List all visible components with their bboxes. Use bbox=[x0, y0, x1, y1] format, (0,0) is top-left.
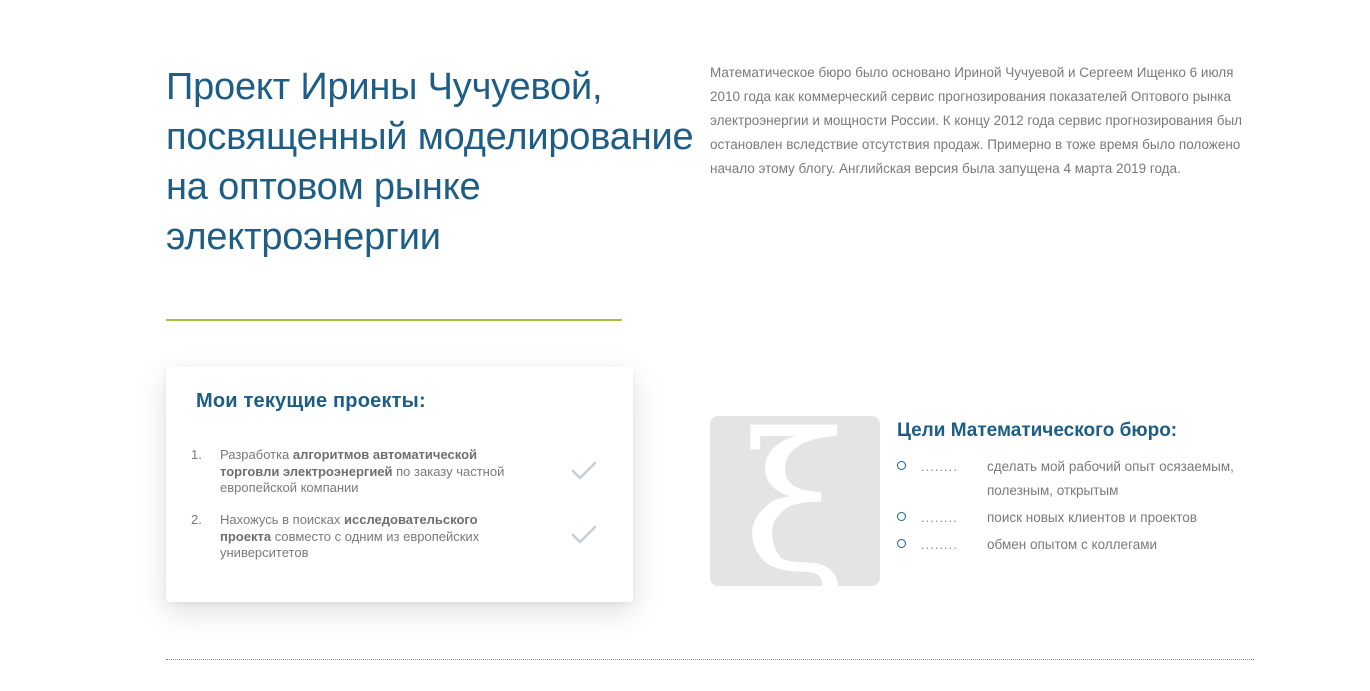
projects-title: Мои текущие проекты: bbox=[196, 390, 426, 412]
accent-divider bbox=[166, 319, 622, 321]
math-bureau-logo: ξ bbox=[710, 416, 880, 586]
dotted-leader: ........ bbox=[921, 510, 958, 525]
dotted-leader: ........ bbox=[921, 537, 958, 552]
dotted-leader: ........ bbox=[921, 459, 958, 474]
xi-logo-icon: ξ bbox=[742, 416, 848, 586]
check-icon bbox=[571, 461, 597, 480]
intro-paragraph: Математическое бюро было основано Ириной… bbox=[710, 65, 1243, 176]
project-text-pre: Нахожусь в поисках bbox=[220, 512, 345, 527]
circle-bullet-icon bbox=[897, 512, 906, 521]
goal-text: обмен опытом с коллегами bbox=[987, 537, 1158, 552]
project-number: 1. bbox=[191, 447, 202, 462]
bottom-divider bbox=[166, 659, 1254, 660]
page-title: Проект Ирины Чучуевой, посвященный модел… bbox=[166, 66, 694, 258]
project-text-pre: Разработка bbox=[220, 447, 293, 462]
goal-text: поиск новых клиентов и проектов bbox=[987, 510, 1197, 525]
goal-text: сделать мой рабочий опыт осязаемым, поле… bbox=[987, 459, 1234, 498]
goals-title: Цели Математического бюро: bbox=[897, 420, 1178, 441]
circle-bullet-icon bbox=[897, 539, 906, 548]
circle-bullet-icon bbox=[897, 461, 906, 470]
project-number: 2. bbox=[191, 512, 202, 527]
current-projects-card: Мои текущие проекты: 1. Разработка алгор… bbox=[166, 367, 633, 602]
check-icon bbox=[571, 525, 597, 544]
project-description: Нахожусь в поисках исследовательского пр… bbox=[220, 512, 525, 562]
project-description: Разработка алгоритмов автоматической тор… bbox=[220, 447, 525, 497]
